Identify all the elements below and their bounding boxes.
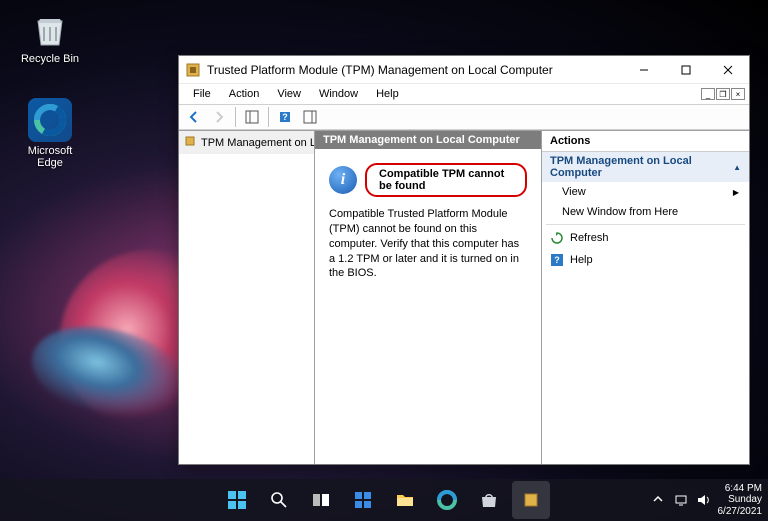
mdi-close-button[interactable]: × xyxy=(731,88,745,100)
window-title: Trusted Platform Module (TPM) Management… xyxy=(207,63,623,77)
info-icon: i xyxy=(329,166,357,194)
show-hide-action-pane-button[interactable] xyxy=(299,106,321,128)
menu-view[interactable]: View xyxy=(269,86,309,102)
actions-header: Actions xyxy=(542,131,749,152)
desktop-icon-label: Recycle Bin xyxy=(14,53,86,65)
recycle-bin-icon xyxy=(29,8,71,50)
maximize-button[interactable] xyxy=(665,56,707,84)
menu-file[interactable]: File xyxy=(185,86,219,102)
clock-date: 6/27/2021 xyxy=(718,506,763,518)
tpm-app-taskbar-button[interactable] xyxy=(512,481,550,519)
forward-button[interactable] xyxy=(208,106,230,128)
toolbar-separator xyxy=(268,107,269,127)
actions-sub-header[interactable]: TPM Management on Local Computer ▲ xyxy=(542,152,749,182)
collapse-icon: ▲ xyxy=(733,163,741,172)
clock[interactable]: 6:44 PM Sunday 6/27/2021 xyxy=(718,483,763,518)
clock-day: Sunday xyxy=(718,494,763,506)
store-button[interactable] xyxy=(470,481,508,519)
system-tray: 6:44 PM Sunday 6/27/2021 xyxy=(652,479,763,521)
menu-window[interactable]: Window xyxy=(311,86,366,102)
refresh-icon xyxy=(550,231,564,245)
back-button[interactable] xyxy=(183,106,205,128)
error-headline: Compatible TPM cannot be found xyxy=(365,163,527,197)
desktop-icon-recycle-bin[interactable]: Recycle Bin xyxy=(14,8,86,65)
action-refresh[interactable]: Refresh xyxy=(542,227,749,249)
edge-taskbar-button[interactable] xyxy=(428,481,466,519)
edge-icon xyxy=(28,98,72,142)
close-button[interactable] xyxy=(707,56,749,84)
help-icon: ? xyxy=(550,253,564,267)
action-view[interactable]: View xyxy=(542,182,749,202)
volume-icon[interactable] xyxy=(696,493,710,507)
content-pane: TPM Management on Local Computer i Compa… xyxy=(315,131,541,464)
actions-sub-label: TPM Management on Local Computer xyxy=(550,155,733,179)
chevron-up-icon[interactable] xyxy=(652,493,666,507)
tpm-chip-icon xyxy=(183,134,197,151)
error-message: Compatible Trusted Platform Module (TPM)… xyxy=(329,207,527,281)
toolbar: ? xyxy=(179,104,749,130)
action-label: Help xyxy=(570,254,593,266)
mmc-window: Trusted Platform Module (TPM) Management… xyxy=(178,55,750,465)
mdi-minimize-button[interactable]: _ xyxy=(701,88,715,100)
action-new-window[interactable]: New Window from Here xyxy=(542,202,749,222)
taskbar[interactable]: 6:44 PM Sunday 6/27/2021 xyxy=(0,479,768,521)
desktop-icon-label: Microsoft Edge xyxy=(14,145,86,169)
help-button[interactable]: ? xyxy=(274,106,296,128)
show-hide-console-tree-button[interactable] xyxy=(241,106,263,128)
network-icon[interactable] xyxy=(674,493,688,507)
search-button[interactable] xyxy=(260,481,298,519)
desktop-icon-edge[interactable]: Microsoft Edge xyxy=(14,98,86,169)
minimize-button[interactable] xyxy=(623,56,665,84)
start-button[interactable] xyxy=(218,481,256,519)
action-label: View xyxy=(562,186,586,198)
content-header: TPM Management on Local Computer xyxy=(315,131,541,149)
separator xyxy=(546,224,745,225)
task-view-button[interactable] xyxy=(302,481,340,519)
tree-root-item[interactable]: TPM Management on Lo xyxy=(179,131,314,154)
app-icon xyxy=(185,62,201,78)
action-label: New Window from Here xyxy=(562,206,678,218)
console-tree[interactable]: TPM Management on Lo xyxy=(179,131,315,464)
svg-text:?: ? xyxy=(282,112,288,122)
action-label: Refresh xyxy=(570,232,609,244)
widgets-button[interactable] xyxy=(344,481,382,519)
clock-time: 6:44 PM xyxy=(718,483,763,495)
content-body: i Compatible TPM cannot be found Compati… xyxy=(315,149,541,464)
file-explorer-button[interactable] xyxy=(386,481,424,519)
actions-pane: Actions TPM Management on Local Computer… xyxy=(541,131,749,464)
tree-root-label: TPM Management on Lo xyxy=(201,137,315,149)
svg-text:?: ? xyxy=(554,255,560,265)
taskbar-center xyxy=(218,481,550,519)
action-help[interactable]: ? Help xyxy=(542,249,749,271)
mdi-controls: _ ❐ × xyxy=(701,88,745,100)
mdi-restore-button[interactable]: ❐ xyxy=(716,88,730,100)
toolbar-separator xyxy=(235,107,236,127)
titlebar[interactable]: Trusted Platform Module (TPM) Management… xyxy=(179,56,749,84)
menubar: File Action View Window Help _ ❐ × xyxy=(179,84,749,104)
menu-action[interactable]: Action xyxy=(221,86,268,102)
menu-help[interactable]: Help xyxy=(368,86,407,102)
